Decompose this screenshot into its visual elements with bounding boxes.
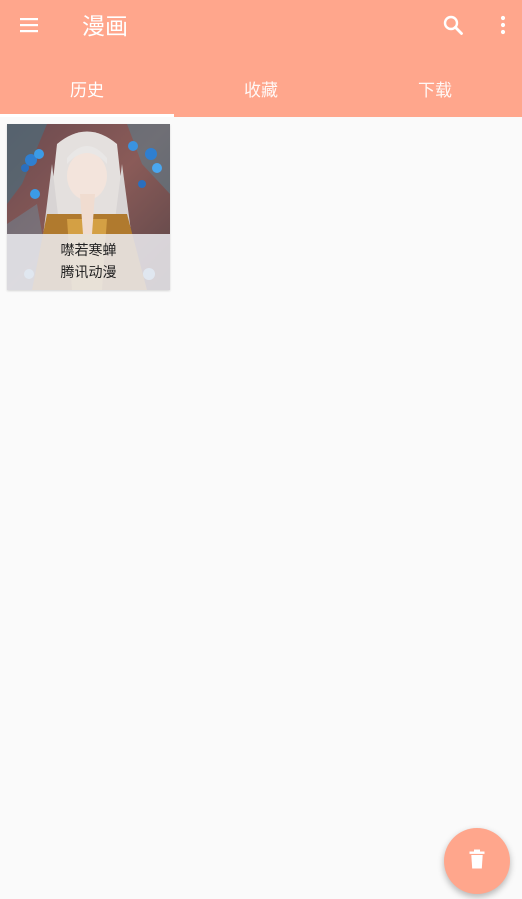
- tab-downloads[interactable]: 下载: [348, 60, 522, 117]
- menu-button[interactable]: [5, 3, 53, 51]
- tab-label: 历史: [70, 81, 104, 101]
- comic-source: 腾讯动漫: [60, 265, 117, 281]
- comic-caption: 噤若寒蝉 腾讯动漫: [7, 234, 170, 290]
- tab-history[interactable]: 历史: [0, 60, 174, 117]
- page-title: 漫画: [82, 14, 128, 40]
- comic-card[interactable]: 噤若寒蝉 腾讯动漫: [7, 124, 170, 290]
- tab-bar: 历史 收藏 下载: [0, 60, 522, 117]
- app-bar: 漫画 历史 收藏 下载: [0, 0, 522, 117]
- search-button[interactable]: [429, 3, 477, 51]
- clear-history-fab[interactable]: [444, 828, 510, 894]
- search-icon: [441, 13, 465, 41]
- more-options-button[interactable]: [479, 3, 522, 51]
- tab-label: 下载: [418, 81, 452, 101]
- trash-icon: [465, 847, 489, 875]
- comic-title: 噤若寒蝉: [60, 243, 117, 259]
- toolbar: 漫画: [0, 0, 522, 56]
- comic-grid: 噤若寒蝉 腾讯动漫: [0, 117, 522, 899]
- tab-favorites[interactable]: 收藏: [174, 60, 348, 117]
- tab-label: 收藏: [244, 81, 278, 101]
- more-vert-icon: [491, 13, 515, 41]
- menu-icon: [17, 13, 41, 41]
